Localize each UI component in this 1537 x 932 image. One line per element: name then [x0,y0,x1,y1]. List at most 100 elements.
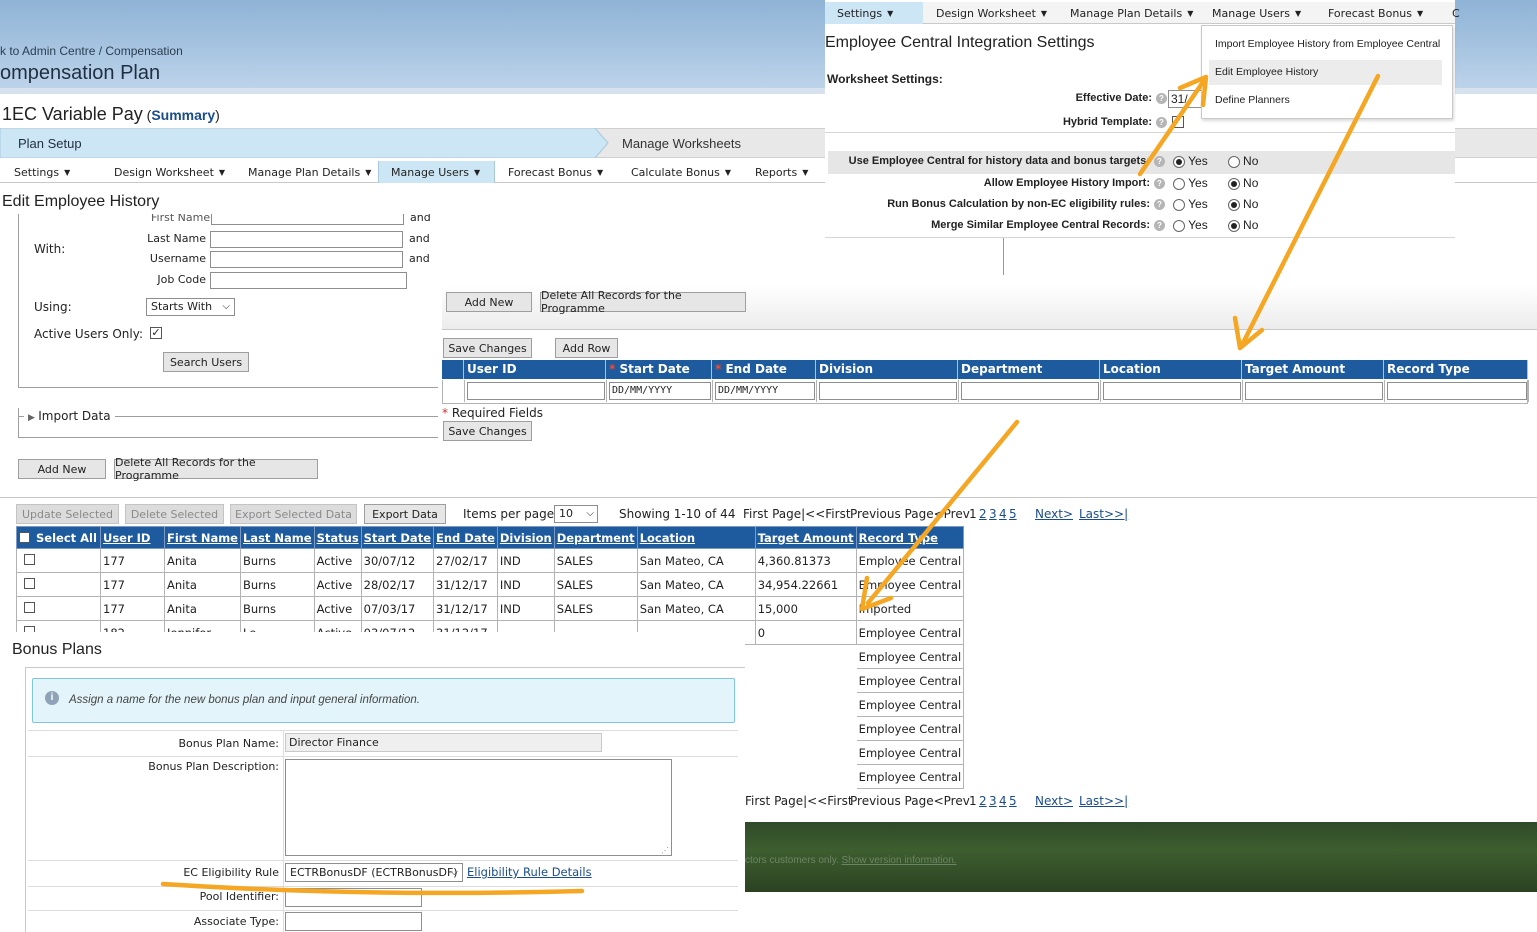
resize-handle-icon[interactable]: ⋰ [661,846,669,855]
save-changes-button-top[interactable]: Save Changes [443,338,532,358]
search-users-button[interactable]: Search Users [163,352,249,372]
results-col-8[interactable]: Department [553,526,638,549]
step-manage-worksheets[interactable]: Manage Worksheets [622,136,741,151]
pager-last[interactable]: Last>>| [1079,794,1128,808]
import-data-toggle[interactable]: ▶ Import Data [24,409,115,423]
grid-input-3[interactable] [819,382,957,400]
ec-eligibility-rule-select[interactable]: ECTRBonusDF (ECTRBonusDF) ⌵ [285,863,463,882]
add-new-button-lower[interactable]: Add New [18,459,106,479]
row-checkbox[interactable] [24,601,35,613]
pool-identifier-input[interactable] [285,888,422,907]
results-col-10[interactable]: Target Amount [754,526,857,549]
menu-import-history[interactable]: Import Employee History from Employee Ce… [1215,38,1440,50]
pager-page-2[interactable]: 2 [979,794,987,808]
bonus-plan-description-input[interactable]: ⋰ [285,759,672,856]
row-checkbox[interactable] [24,553,35,565]
ec-nav-item-2[interactable]: Manage Plan Details ▼ [1070,7,1193,20]
radio-no[interactable] [1227,155,1240,168]
ec-nav-item-5[interactable]: C [1452,7,1460,20]
results-button-0[interactable]: Update Selected [16,504,119,524]
row-checkbox[interactable] [24,577,35,589]
results-col-9[interactable]: Location [636,526,756,549]
results-col-1[interactable]: User ID [100,526,165,549]
radio-yes[interactable] [1173,219,1185,232]
step-plan-setup[interactable]: Plan Setup [18,136,82,151]
hybrid-template-checkbox[interactable] [1172,116,1184,128]
pager-prev[interactable]: Previous Page<Prev [850,794,970,808]
nav-item-3[interactable]: Manage Users ▼ [391,166,480,179]
radio-yes[interactable] [1173,155,1185,168]
pager-page-5[interactable]: 5 [1009,507,1017,521]
search-field-input[interactable] [210,251,403,268]
delete-all-button[interactable]: Delete All Records for the Programme [540,289,746,315]
ec-nav-item-4[interactable]: Forecast Bonus ▼ [1328,7,1423,20]
breadcrumb[interactable]: k to Admin Centre / Compensation [0,44,183,58]
footer-version-link[interactable]: Show version information. [842,855,957,866]
nav-item-1[interactable]: Design Worksheet ▼ [114,166,225,179]
ec-nav-item-0[interactable]: Settings ▼ [837,7,893,20]
help-icon[interactable]: ? [1154,177,1165,189]
help-icon[interactable]: ? [1154,198,1165,210]
help-icon[interactable]: ? [1154,155,1165,167]
save-changes-button-bottom[interactable]: Save Changes [443,421,532,441]
menu-edit-history[interactable]: Edit Employee History [1215,66,1318,78]
pager-prev[interactable]: Previous Page<Prev [850,507,970,521]
add-new-button[interactable]: Add New [446,292,532,312]
radio-no[interactable] [1227,219,1240,232]
help-icon[interactable]: ? [1156,116,1167,128]
nav-item-4[interactable]: Forecast Bonus ▼ [508,166,603,179]
pager-first[interactable]: First Page|<<First [743,507,851,521]
add-row-button[interactable]: Add Row [555,338,618,358]
results-button-2[interactable]: Export Selected Data [230,504,357,524]
pager-first[interactable]: First Page|<<First [745,794,853,808]
nav-item-0[interactable]: Settings ▼ [14,166,70,179]
eligibility-rule-details-link[interactable]: Eligibility Rule Details [467,865,592,879]
menu-define-planners[interactable]: Define Planners [1215,94,1290,106]
pager-page-3[interactable]: 3 [989,507,997,521]
associate-type-input[interactable] [285,912,422,931]
pager-next[interactable]: Next> [1035,507,1073,521]
results-col-2[interactable]: First Name [164,526,241,549]
active-only-checkbox[interactable]: ✓ [150,327,162,339]
results-button-3[interactable]: Export Data [364,504,446,524]
grid-input-6[interactable] [1245,382,1383,400]
using-select[interactable]: Starts With ⌵ [146,298,235,316]
radio-yes[interactable] [1173,198,1185,211]
pager-page-1[interactable]: 1 [969,794,977,808]
summary-link[interactable]: Summary [151,107,215,123]
pager-page-5[interactable]: 5 [1009,794,1017,808]
grid-input-1[interactable]: DD/MM/YYYY [609,382,711,400]
bonus-plan-name-input[interactable]: Director Finance [285,733,602,752]
pager-page-4[interactable]: 4 [999,507,1007,521]
grid-input-5[interactable] [1103,382,1241,400]
grid-input-2[interactable]: DD/MM/YYYY [715,382,815,400]
nav-item-6[interactable]: Reports ▼ [755,166,808,179]
delete-all-button-lower[interactable]: Delete All Records for the Programme [114,456,318,482]
results-button-1[interactable]: Delete Selected [125,504,224,524]
results-col-0[interactable]: Select All [16,526,101,549]
radio-yes[interactable] [1173,177,1185,190]
search-field-input[interactable] [210,272,407,289]
pager-page-1[interactable]: 1 [969,507,977,521]
pager-page-3[interactable]: 3 [989,794,997,808]
grid-input-7[interactable] [1387,382,1527,400]
results-col-3[interactable]: Last Name [239,526,315,549]
results-col-5[interactable]: Start Date [360,526,435,549]
nav-item-5[interactable]: Calculate Bonus ▼ [631,166,731,179]
pager-page-4[interactable]: 4 [999,794,1007,808]
first-name-input[interactable] [211,214,404,225]
results-col-11[interactable]: Record Type [855,526,965,549]
search-field-input[interactable] [210,231,403,248]
ec-nav-item-1[interactable]: Design Worksheet ▼ [936,7,1047,20]
grid-input-0[interactable] [467,382,605,400]
pager-next[interactable]: Next> [1035,794,1073,808]
results-col-7[interactable]: Division [496,526,555,549]
results-col-4[interactable]: Status [313,526,362,549]
results-col-6[interactable]: End Date [433,526,498,549]
radio-no[interactable] [1227,198,1240,211]
pager-page-2[interactable]: 2 [979,507,987,521]
radio-no[interactable] [1227,177,1240,190]
nav-item-2[interactable]: Manage Plan Details ▼ [248,166,371,179]
help-icon[interactable]: ? [1154,219,1165,231]
grid-input-4[interactable] [961,382,1099,400]
